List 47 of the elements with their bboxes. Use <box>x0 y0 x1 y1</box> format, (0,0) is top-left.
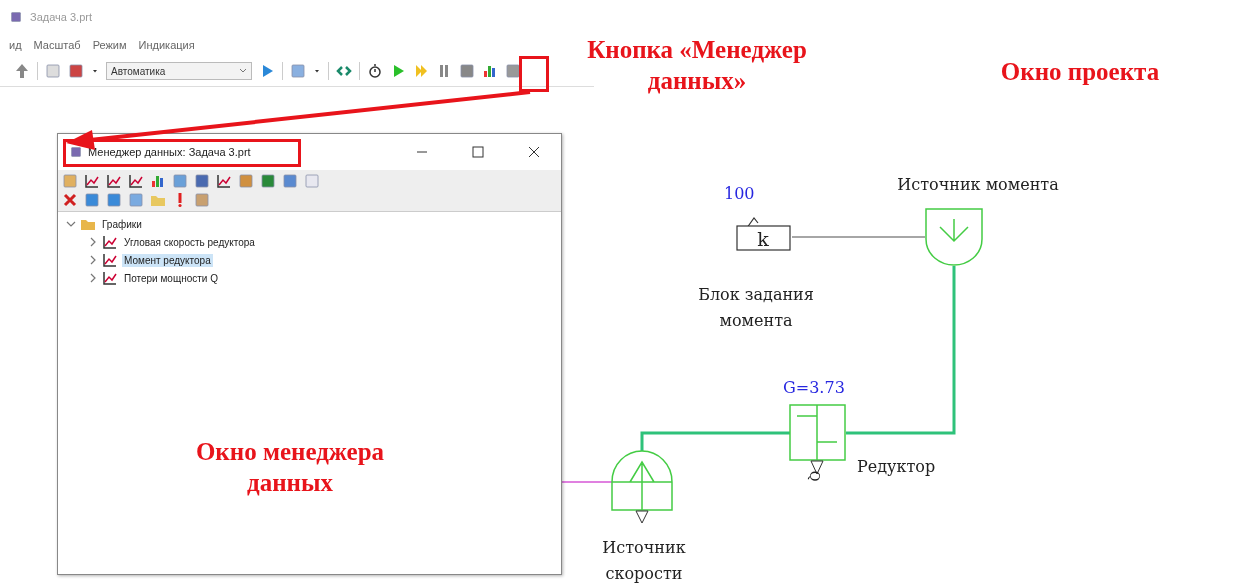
stopwatch-icon[interactable] <box>367 63 383 79</box>
close-icon[interactable] <box>62 192 78 208</box>
speed-source-block[interactable] <box>611 450 673 524</box>
app-logo-icon <box>10 11 22 23</box>
connector-line <box>559 481 613 483</box>
graph-icon[interactable] <box>128 173 144 189</box>
window-title: Менеджер данных: Задача 3.prt <box>88 146 252 158</box>
annotation-label: Кнопка «Менеджер данных» <box>586 35 808 96</box>
highlight-frame <box>519 56 549 92</box>
annotation-label: Окно проекта <box>999 57 1161 87</box>
block-label: Редуктор <box>857 456 936 478</box>
gear-ratio: G=3.73 <box>783 378 845 397</box>
expand-chevron-icon[interactable] <box>88 255 98 265</box>
graph-icon <box>102 234 118 250</box>
torque-source-block[interactable] <box>924 207 984 267</box>
menu-item[interactable]: Масштаб <box>33 39 81 51</box>
graph-icon[interactable] <box>216 173 232 189</box>
menu-item[interactable]: ид <box>9 39 22 51</box>
app-logo-icon <box>70 146 82 158</box>
chart-icon[interactable] <box>150 173 166 189</box>
stop-icon[interactable] <box>459 63 475 79</box>
close-icon <box>528 146 540 158</box>
graph-icon <box>102 270 118 286</box>
menu-item[interactable]: Режим <box>92 39 127 51</box>
expand-chevron-icon[interactable] <box>88 237 98 247</box>
caret-icon <box>239 68 247 74</box>
port-label: Q <box>806 470 823 482</box>
tree-item[interactable]: Угловая скорость редуктора <box>122 235 257 249</box>
constant-value: 100 <box>724 184 755 203</box>
up-arrow-icon[interactable] <box>14 63 30 79</box>
menu-item[interactable]: Индикация <box>138 39 195 51</box>
graph-icon[interactable] <box>84 173 100 189</box>
expand-chevron-icon[interactable] <box>66 219 76 229</box>
block-label: Источник скорости <box>601 537 687 585</box>
chart-icon[interactable] <box>482 63 498 79</box>
mode-select[interactable]: Автоматика <box>106 62 252 80</box>
tree-item[interactable]: Потери мощности Q <box>122 271 220 285</box>
block-label: Источник момента <box>896 174 1060 196</box>
annotation-label: Окно менеджера данных <box>194 437 386 498</box>
maximize-icon <box>472 146 484 158</box>
tree-item[interactable]: Момент редуктора <box>122 253 213 267</box>
window-title: Задача 3.prt <box>30 11 92 23</box>
block-label: Блок задания момента <box>697 284 815 332</box>
graph-icon[interactable] <box>106 173 122 189</box>
graph-icon <box>102 252 118 268</box>
tree-item[interactable]: Графики <box>100 217 144 231</box>
expand-chevron-icon[interactable] <box>88 273 98 283</box>
